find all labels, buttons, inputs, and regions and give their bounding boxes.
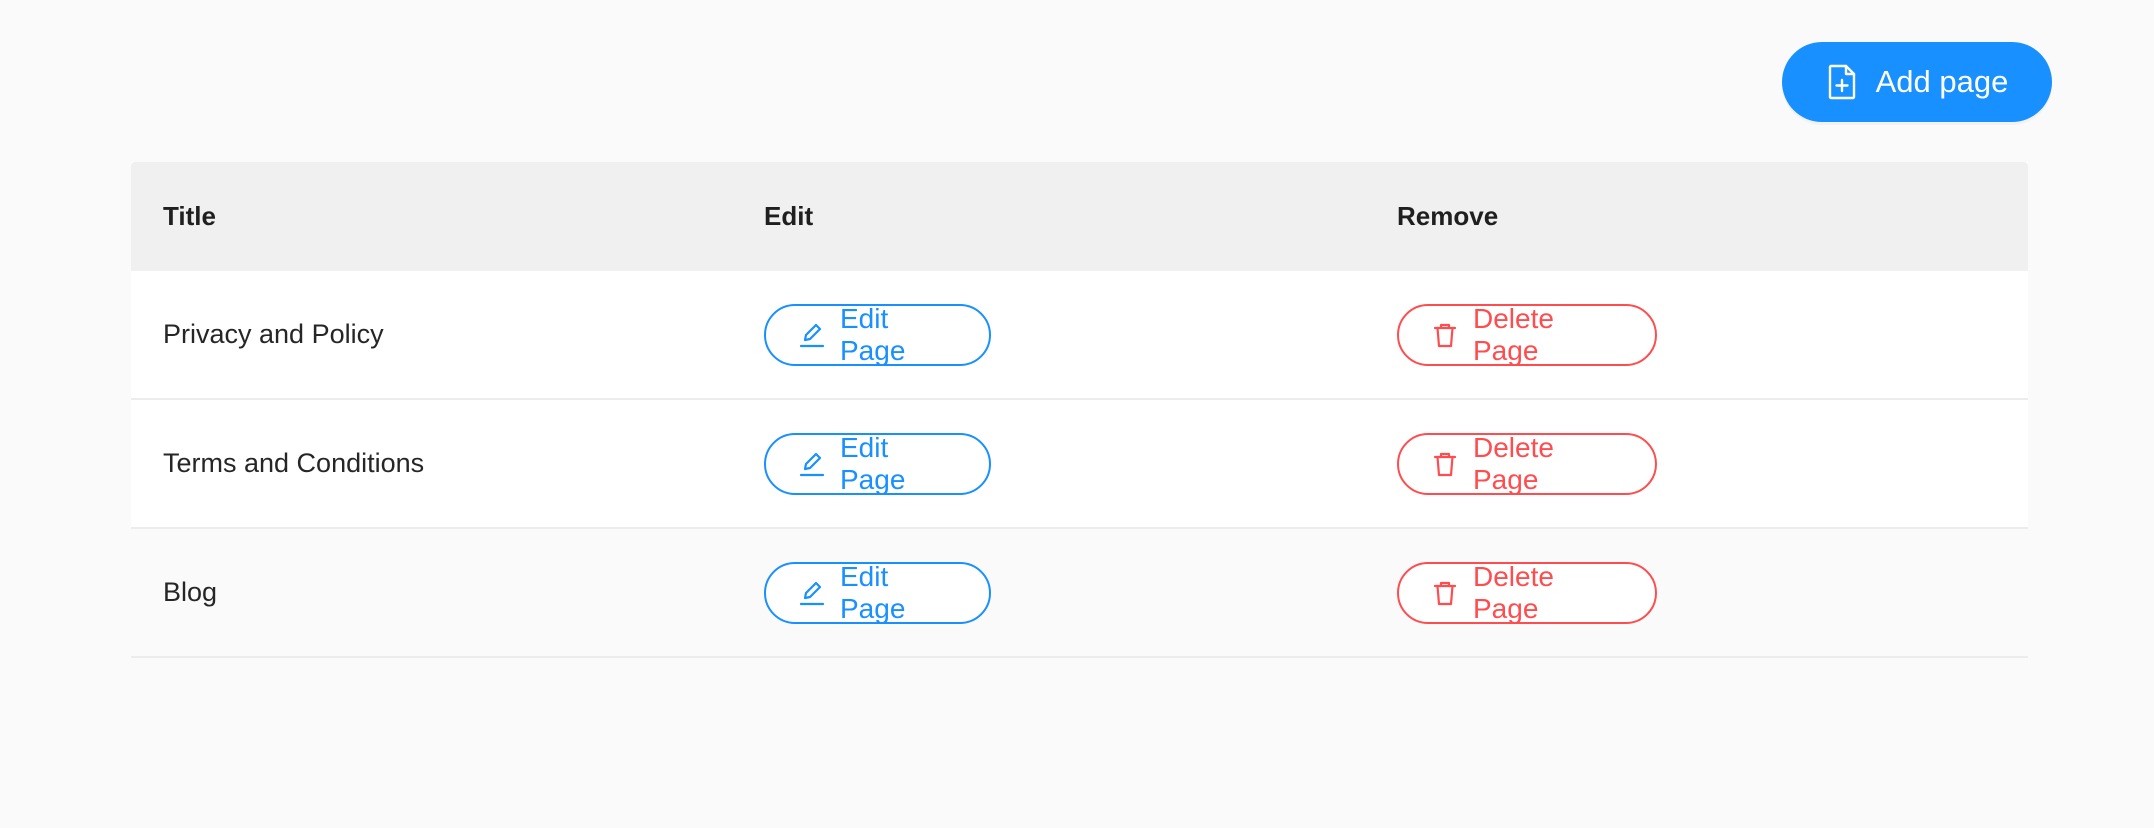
row-title: Terms and Conditions <box>163 448 425 478</box>
delete-page-label: Delete Page <box>1473 431 1554 495</box>
row-title: Blog <box>163 577 218 607</box>
file-add-icon <box>1826 64 1858 100</box>
row-title: Privacy and Policy <box>163 319 384 349</box>
column-header-title: Title <box>163 201 216 231</box>
add-page-label: Add page <box>1875 64 2009 99</box>
pencil-icon <box>798 321 826 349</box>
pencil-icon <box>798 450 826 478</box>
table-header: Title Edit Remove <box>131 162 2028 271</box>
edit-page-button[interactable]: Edit Page <box>764 431 991 495</box>
edit-page-label: Edit Page <box>840 431 906 495</box>
edit-page-button[interactable]: Edit Page <box>764 560 991 624</box>
table-row: Privacy and Policy Edit Page Delete Page <box>131 271 2028 400</box>
column-header-remove: Remove <box>1397 201 1499 231</box>
delete-page-label: Delete Page <box>1473 302 1554 366</box>
delete-page-label: Delete Page <box>1473 560 1554 624</box>
delete-page-button[interactable]: Delete Page <box>1397 302 1657 366</box>
column-header-edit: Edit <box>764 201 814 231</box>
trash-icon <box>1431 450 1459 478</box>
pencil-icon <box>798 579 826 607</box>
table-row: Terms and Conditions Edit Page Delete Pa… <box>131 400 2028 529</box>
add-page-button[interactable]: Add page <box>1782 42 2052 122</box>
edit-page-label: Edit Page <box>840 302 906 366</box>
table-row: Blog Edit Page Delete Page <box>131 529 2028 658</box>
edit-page-label: Edit Page <box>840 560 906 624</box>
trash-icon <box>1431 321 1459 349</box>
trash-icon <box>1431 579 1459 607</box>
edit-page-button[interactable]: Edit Page <box>764 302 991 366</box>
delete-page-button[interactable]: Delete Page <box>1397 560 1657 624</box>
pages-table: Title Edit Remove Privacy and Policy Edi… <box>131 162 2028 658</box>
delete-page-button[interactable]: Delete Page <box>1397 431 1657 495</box>
